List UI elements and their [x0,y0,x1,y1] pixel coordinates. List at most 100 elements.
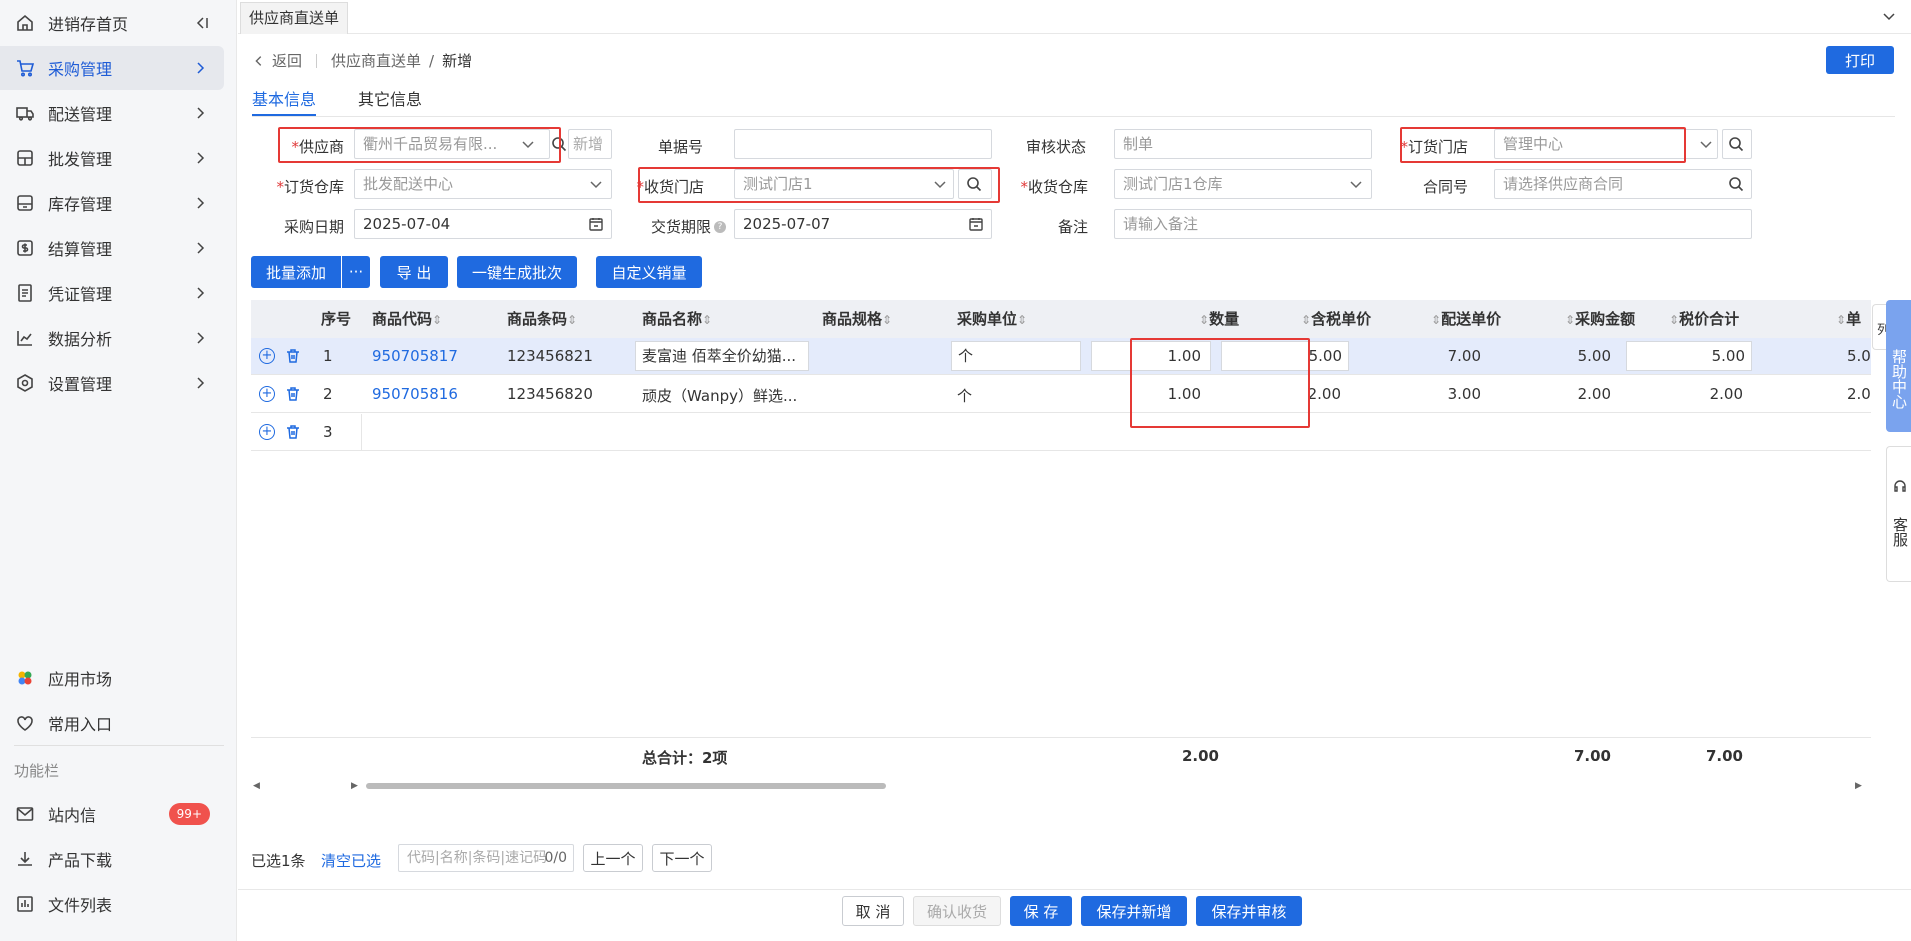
heart-icon [14,712,36,734]
table-row[interactable]: + 2 950705816 123456820 顽皮（Wanpy）鲜选... 个… [251,376,1871,413]
docno-input[interactable] [734,129,992,159]
delivery-deadline-input[interactable]: 2025-07-07 [734,209,992,239]
add-row-icon[interactable]: + [259,386,275,402]
generate-batch-button[interactable]: 一键生成批次 [457,256,577,288]
cell-seq: 1 [323,347,333,365]
calendar-icon[interactable] [588,216,604,232]
sidebar-item-files[interactable]: 文件列表 [0,882,224,926]
sidebar-item-analysis[interactable]: 数据分析 [0,316,224,360]
table-row[interactable]: + 1 950705817 123456821 麦富迪 佰萃全价幼猫... 个 … [251,338,1871,375]
sidebar-item-messages[interactable]: 站内信 99+ [0,792,224,836]
cell-total: 2.00 [1709,385,1743,403]
batch-add-button[interactable]: 批量添加 [251,256,341,288]
search-icon[interactable] [966,176,982,192]
search-icon[interactable] [1728,136,1744,152]
chevron-down-icon[interactable] [1698,136,1714,152]
delete-row-icon[interactable] [285,348,301,364]
order-store-select[interactable]: 管理中心 [1494,129,1718,159]
save-and-new-button[interactable]: 保存并新增 [1081,896,1187,926]
col-dist-price[interactable]: ⇕配送单价 [1431,300,1501,338]
sidebar-item-settings[interactable]: 设置管理 [0,361,224,405]
scroll-right-icon[interactable]: ▶ [1855,781,1862,791]
cell-unit[interactable]: 个 [951,341,1081,371]
order-warehouse-select[interactable]: 批发配送中心 [354,169,612,199]
col-code[interactable]: 商品代码⇕ [372,300,442,338]
sidebar-item-market[interactable]: 应用市场 [0,656,224,700]
next-button[interactable]: 下一个 [652,844,712,872]
customer-service-widget[interactable]: 客服 [1886,446,1911,582]
table-footer: 总合计：2项 2.00 7.00 7.00 [251,737,1871,775]
chevron-down-icon[interactable] [932,176,948,192]
help-circle-icon[interactable]: ? [714,220,726,233]
save-and-audit-button[interactable]: 保存并审核 [1196,896,1302,926]
calendar-icon[interactable] [968,216,984,232]
cell-code[interactable]: 950705817 [372,347,458,365]
help-center-widget[interactable]: 帮助中心 [1886,300,1911,432]
search-icon[interactable] [551,136,567,152]
delete-row-icon[interactable] [285,424,301,440]
row-search-input[interactable]: 代码|名称|条码|速记码 0/0 [398,844,574,872]
cell-name[interactable]: 麦富迪 佰萃全价幼猫... [635,341,809,371]
chevron-left-icon[interactable] [252,54,266,68]
receive-warehouse-select[interactable]: 测试门店1仓库 [1114,169,1372,199]
tab-supplier-direct[interactable]: 供应商直送单 [240,2,349,34]
cell-code[interactable]: 950705816 [372,385,458,403]
cell-tax-price[interactable]: 5.00 [1221,341,1349,371]
sidebar-item-settlement[interactable]: 结算管理 [0,226,224,270]
chevron-down-icon[interactable] [1348,176,1364,192]
add-row-icon[interactable]: + [259,348,275,364]
sidebar-item-download[interactable]: 产品下载 [0,837,224,881]
sidebar-item-inventory[interactable]: 库存管理 [0,181,224,225]
col-barcode[interactable]: 商品条码⇕ [507,300,577,338]
cell-qty: 1.00 [1167,385,1201,403]
chevron-down-icon[interactable] [588,176,604,192]
back-link[interactable]: 返回 [272,50,302,71]
supplier-new-button[interactable]: 新增 [568,129,612,159]
add-row-icon[interactable]: + [259,424,275,440]
sidebar-item-favorites[interactable]: 常用入口 [0,701,224,745]
delete-row-icon[interactable] [285,386,301,402]
export-button[interactable]: 导 出 [380,256,448,288]
prev-button[interactable]: 上一个 [583,844,643,872]
table-row[interactable]: + 3 [251,414,1871,451]
sidebar-item-wholesale[interactable]: 批发管理 [0,136,224,180]
breadcrumb-separator: / [429,51,435,70]
collapse-icon[interactable] [194,15,210,31]
chevron-down-icon[interactable] [520,136,536,152]
col-name[interactable]: 商品名称⇕ [642,300,712,338]
print-button[interactable]: 打印 [1826,46,1894,74]
purchase-date-input[interactable]: 2025-07-04 [354,209,612,239]
clear-selection-link[interactable]: 清空已选 [321,850,381,871]
save-button[interactable]: 保 存 [1010,896,1072,926]
col-tax-price[interactable]: ⇕含税单价 [1301,300,1371,338]
col-qty[interactable]: ⇕数量 [1199,300,1239,338]
horizontal-scrollbar[interactable]: ◀ ▶ ▶ [251,780,1871,792]
col-unit[interactable]: 采购单位⇕ [957,300,1027,338]
cancel-button[interactable]: 取 消 [842,896,904,926]
col-amount[interactable]: ⇕采购金额 [1565,300,1635,338]
scroll-left-icon[interactable]: ◀ [253,781,260,791]
scroll-left-icon[interactable]: ▶ [351,781,358,791]
sidebar-item-label: 数据分析 [48,330,113,349]
cell-more: 5.0 [1847,347,1871,365]
confirm-receipt-button[interactable]: 确认收货 [913,896,1001,926]
contract-select[interactable]: 请选择供应商合同 [1494,169,1752,199]
search-icon[interactable] [1728,176,1744,192]
custom-sales-button[interactable]: 自定义销量 [596,256,702,288]
sidebar-item-distribution[interactable]: 配送管理 [0,91,224,135]
col-spec[interactable]: 商品规格⇕ [822,300,892,338]
cell-total[interactable]: 5.00 [1626,341,1752,371]
chevron-down-icon[interactable] [1881,8,1897,24]
receive-store-select[interactable]: 测试门店1 [734,169,954,199]
tab-other-info[interactable]: 其它信息 [358,86,422,110]
sidebar-item-purchase[interactable]: 采购管理 [0,46,224,90]
breadcrumb-parent[interactable]: 供应商直送单 [331,50,421,71]
more-actions-button[interactable]: ··· [342,256,370,288]
remark-input[interactable]: 请输入备注 [1114,209,1752,239]
scrollbar-thumb[interactable] [366,783,886,789]
sidebar-item-voucher[interactable]: 凭证管理 [0,271,224,315]
col-total[interactable]: ⇕税价合计 [1669,300,1739,338]
col-more[interactable]: ⇕单 [1836,300,1861,338]
tab-basic-info[interactable]: 基本信息 [252,86,316,110]
sidebar-item-home[interactable]: 进销存首页 [0,1,224,45]
